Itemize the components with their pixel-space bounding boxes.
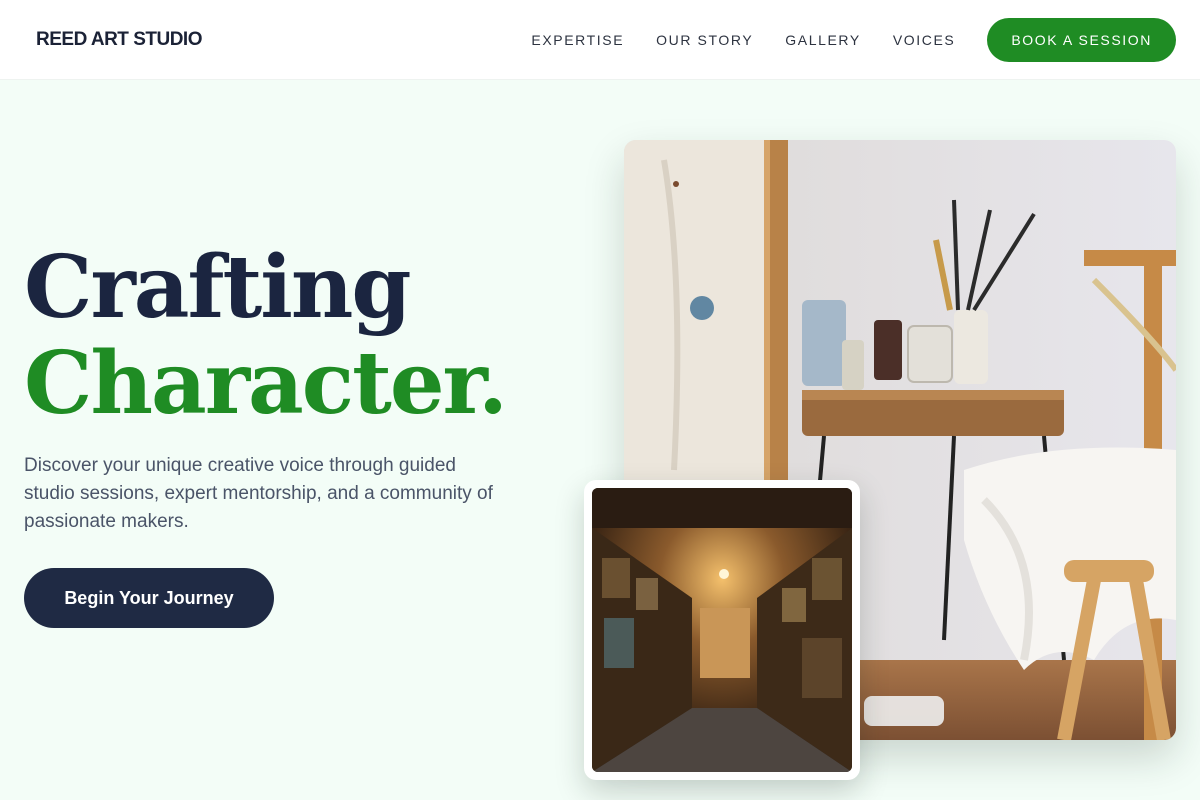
gallery-photo (592, 488, 852, 772)
nav-gallery[interactable]: GALLERY (785, 32, 861, 48)
begin-journey-button[interactable]: Begin Your Journey (24, 568, 274, 628)
main-nav: EXPERTISE OUR STORY GALLERY VOICES BOOK … (531, 17, 1176, 62)
gallery-photo-illustration (592, 488, 852, 772)
brand-logo[interactable]: REED ART STUDIO (36, 29, 202, 51)
headline-line-1: Crafting (24, 237, 412, 338)
site-header: REED ART STUDIO EXPERTISE OUR STORY GALL… (0, 0, 1200, 80)
nav-voices[interactable]: VOICES (893, 32, 956, 48)
hero-description: Discover your unique creative voice thro… (24, 455, 493, 532)
nav-our-story[interactable]: OUR STORY (656, 32, 753, 48)
nav-expertise[interactable]: EXPERTISE (531, 32, 624, 48)
gallery-photo-frame (584, 480, 860, 780)
headline-line-2: Character. (24, 333, 508, 434)
hero-headline: Crafting Character. (24, 240, 544, 432)
book-session-button[interactable]: BOOK A SESSION (987, 17, 1176, 62)
hero-section: Crafting Character. Discover your unique… (24, 240, 544, 628)
